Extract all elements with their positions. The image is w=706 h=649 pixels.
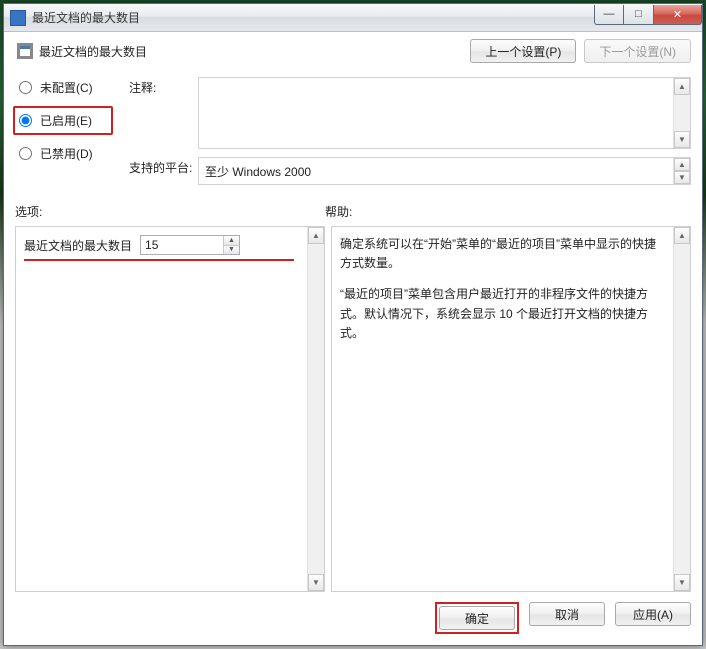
comment-scrollbar[interactable]: ▲ ▼ — [673, 78, 690, 148]
radio-disabled-label: 已禁用(D) — [40, 145, 93, 162]
help-pane: 确定系统可以在“开始”菜单的“最近的项目”菜单中显示的快捷方式数量。 “最近的项… — [331, 226, 691, 592]
options-scrollbar[interactable]: ▲ ▼ — [307, 227, 324, 591]
max-docs-value[interactable]: 15 — [141, 236, 223, 254]
max-docs-input[interactable]: 15 ▲ ▼ — [140, 235, 240, 255]
radio-disabled[interactable]: 已禁用(D) — [15, 145, 125, 162]
radio-enabled-highlight: 已启用(E) — [13, 106, 113, 135]
radio-enabled[interactable]: 已启用(E) — [15, 112, 105, 129]
help-label: 帮助: — [325, 203, 352, 220]
scroll-down-icon[interactable]: ▼ — [674, 574, 690, 591]
radio-not-configured-input[interactable] — [19, 81, 32, 94]
scroll-up-icon[interactable]: ▲ — [308, 227, 324, 244]
comment-label: 注释: — [129, 77, 194, 96]
titlebar[interactable]: 最近文档的最大数目 — □ ✕ — [4, 4, 702, 32]
scroll-up-icon[interactable]: ▲ — [674, 227, 690, 244]
help-text: 确定系统可以在“开始”菜单的“最近的项目”菜单中显示的快捷方式数量。 “最近的项… — [332, 227, 673, 591]
option-row: 最近文档的最大数目 15 ▲ ▼ — [24, 235, 299, 255]
close-button[interactable]: ✕ — [654, 5, 702, 25]
platform-value: 至少 Windows 2000 — [205, 163, 311, 180]
radio-enabled-input[interactable] — [19, 114, 32, 127]
maximize-button[interactable]: □ — [624, 5, 654, 25]
window-title: 最近文档的最大数目 — [32, 9, 594, 26]
header-row: 最近文档的最大数目 上一个设置(P) 下一个设置(N) — [15, 41, 691, 63]
ok-button-highlight: 确定 — [435, 602, 519, 634]
platform-box: 至少 Windows 2000 ▲ ▼ — [198, 157, 691, 185]
comment-textarea[interactable]: ▲ ▼ — [198, 77, 691, 149]
previous-setting-button[interactable]: 上一个设置(P) — [470, 39, 576, 63]
scroll-down-icon[interactable]: ▼ — [674, 171, 690, 184]
cancel-button[interactable]: 取消 — [529, 602, 605, 626]
options-pane: 最近文档的最大数目 15 ▲ ▼ ▲ ▼ — [15, 226, 325, 592]
header-title: 最近文档的最大数目 — [39, 41, 147, 60]
minimize-button[interactable]: — — [594, 5, 624, 25]
app-icon — [10, 10, 26, 26]
options-label: 选项: — [15, 203, 325, 220]
dialog-window: 最近文档的最大数目 — □ ✕ 最近文档的最大数目 上一个设置(P) 下一个设置… — [3, 3, 703, 646]
scroll-up-icon[interactable]: ▲ — [674, 78, 690, 95]
apply-button[interactable]: 应用(A) — [615, 602, 691, 626]
spinner-down-icon[interactable]: ▼ — [224, 246, 239, 255]
option-label: 最近文档的最大数目 — [24, 237, 132, 254]
config-grid: 未配置(C) 已启用(E) 已禁用(D) 注释: ▲ — [15, 77, 691, 185]
policy-icon — [17, 43, 33, 59]
scroll-up-icon[interactable]: ▲ — [674, 158, 690, 171]
next-setting-button: 下一个设置(N) — [584, 39, 691, 63]
window-controls: — □ ✕ — [594, 5, 702, 25]
panes: 最近文档的最大数目 15 ▲ ▼ ▲ ▼ — [15, 226, 691, 592]
platform-label: 支持的平台: — [129, 157, 194, 176]
help-paragraph-2: “最近的项目”菜单包含用户最近打开的非程序文件的快捷方式。默认情况下，系统会显示… — [340, 285, 665, 343]
help-paragraph-1: 确定系统可以在“开始”菜单的“最近的项目”菜单中显示的快捷方式数量。 — [340, 235, 665, 273]
platform-scrollbar[interactable]: ▲ ▼ — [673, 158, 690, 184]
radio-disabled-input[interactable] — [19, 147, 32, 160]
client-area: 最近文档的最大数目 上一个设置(P) 下一个设置(N) 未配置(C) 已启用(E… — [4, 32, 702, 645]
section-labels: 选项: 帮助: — [15, 203, 691, 220]
radio-not-configured-label: 未配置(C) — [40, 79, 93, 96]
scroll-down-icon[interactable]: ▼ — [308, 574, 324, 591]
state-radios: 未配置(C) 已启用(E) 已禁用(D) — [15, 77, 125, 162]
spinner[interactable]: ▲ ▼ — [223, 236, 239, 254]
radio-not-configured[interactable]: 未配置(C) — [15, 79, 125, 96]
option-underline-annotation — [24, 259, 294, 261]
help-scrollbar[interactable]: ▲ ▼ — [673, 227, 690, 591]
ok-button[interactable]: 确定 — [439, 606, 515, 630]
dialog-buttons: 确定 取消 应用(A) — [15, 602, 691, 634]
scroll-down-icon[interactable]: ▼ — [674, 131, 690, 148]
radio-enabled-label: 已启用(E) — [40, 112, 92, 129]
spinner-up-icon[interactable]: ▲ — [224, 236, 239, 246]
